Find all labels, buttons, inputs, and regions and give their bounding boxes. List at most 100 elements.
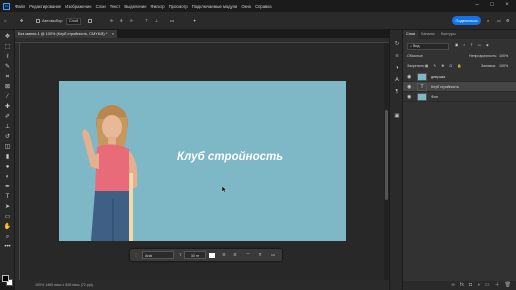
scrollbar-thumb[interactable] [385,110,388,200]
menu-window[interactable]: Окно [241,4,251,9]
menu-image[interactable]: Изображение [65,4,91,9]
hand-tool-icon[interactable]: ✋ [3,223,12,231]
link-layers-icon[interactable]: ∞ [451,281,455,290]
layer-row-selected[interactable]: ◉ T Клуб стройность [403,82,516,92]
blend-mode-select[interactable]: Обычные [407,54,423,58]
align-top-icon[interactable]: ⊤ [145,17,148,25]
transform-controls-checkbox[interactable] [88,17,94,25]
woman-photo[interactable] [69,99,149,241]
auto-select-target[interactable]: Слой [66,18,82,25]
stamp-tool-icon[interactable]: ⊥ [3,123,12,131]
lock-icons[interactable]: ▦ ✎ ✥ ⊡ 🔒 [425,64,464,68]
history-icon[interactable]: ↻ [393,40,401,48]
healing-tool-icon[interactable]: ✚ [3,103,12,111]
font-size-select[interactable]: 30 пт [184,251,206,259]
menu-file[interactable]: Файл [15,4,25,9]
layer-mask-icon[interactable]: ◘ [469,281,472,290]
gradient-tool-icon[interactable]: ▮ [3,153,12,161]
crop-tool-icon[interactable]: ⌗ [3,73,12,81]
menu-help[interactable]: Справка [255,4,271,9]
dodge-tool-icon[interactable]: ◐ [3,173,12,181]
share-button[interactable]: Поделиться [452,16,481,25]
brush-tool-icon[interactable]: ✐ [3,113,12,121]
align-center-icon[interactable]: ⊪ [120,17,123,25]
3d-mode-icon[interactable]: ✦ [193,17,196,25]
more-tools-icon[interactable]: ••• [3,243,12,251]
workspace-icon[interactable]: ▭ [497,17,501,25]
document-tab[interactable]: Без имени-1 @ 100% (Клуб стройность, CMY… [15,30,117,38]
layer-filter-select[interactable]: ⌕ Вид [407,43,449,50]
close-document-icon[interactable]: × [112,30,114,38]
font-family-select[interactable]: Arial [142,251,174,259]
status-bar: 100% 1469 пикс x 826 пикс (72 ppi) [15,280,389,290]
frame-tool-icon[interactable]: ⊠ [3,83,12,91]
more-options-button[interactable]: ••• [268,251,278,259]
menu-layers[interactable]: Слои [96,4,106,9]
maximize-icon[interactable]: □ [489,2,495,8]
align-right-icon[interactable]: ⊩ [130,17,133,25]
menu-type[interactable]: Текст [110,4,121,9]
layer-name: Фон [431,95,438,99]
text-color-swatch[interactable] [209,253,215,258]
zoom-tool-icon[interactable]: ⌕ [3,233,12,241]
auto-select-checkbox[interactable]: Автовыбор [36,17,62,25]
character-panel-icon[interactable]: 𝐓 [256,251,264,259]
align-middle-icon[interactable]: ⊥ [155,17,158,25]
align-left-icon[interactable]: ☰ [220,251,228,259]
eyedropper-tool-icon[interactable]: ⁄ [3,93,12,101]
new-group-icon[interactable]: ▭ [485,281,490,290]
warp-text-icon[interactable]: ⌒ [244,251,252,259]
panel-icon-strip: ↻ ≡ ◑ A ¶ ▣ [389,30,402,290]
path-select-tool-icon[interactable]: ➤ [3,203,12,211]
fill-input[interactable]: 100% [499,64,508,68]
adjustments-icon[interactable]: ◑ [393,64,401,72]
visibility-eye-icon[interactable]: ◉ [407,74,411,80]
lasso-tool-icon[interactable]: ℓ [3,53,12,61]
home-icon[interactable]: ⌂ [4,17,6,25]
move-tool-icon[interactable]: ✥ [3,33,12,41]
visibility-eye-icon[interactable]: ◉ [407,94,411,100]
text-layer-thumbnail: T [417,83,427,91]
document-canvas[interactable]: Клуб стройность [59,81,346,241]
new-layer-icon[interactable]: ＋ [495,281,500,290]
marquee-tool-icon[interactable]: ⬚ [3,43,12,51]
close-icon[interactable]: × [504,2,510,8]
blur-tool-icon[interactable]: ● [3,163,12,171]
menu-filter[interactable]: Фильтр [151,4,165,9]
pen-tool-icon[interactable]: ✒ [3,183,12,191]
tab-paths[interactable]: Контуры [438,30,459,39]
eraser-tool-icon[interactable]: ◫ [3,143,12,151]
foreground-color-swatch[interactable] [2,275,9,282]
search-icon[interactable]: ⌕ [487,17,489,25]
visibility-eye-icon[interactable]: ◉ [407,84,411,90]
filter-icons[interactable]: ▣ ◐ T ▭ ◈ [455,43,491,47]
menu-edit[interactable]: Редактирование [29,4,61,9]
tab-layers[interactable]: Слои [403,30,419,39]
layer-row[interactable]: ◉ Фон [403,92,516,102]
menu-view[interactable]: Просмотр [169,4,188,9]
minimize-icon[interactable]: – [474,2,480,8]
canvas-headline-text[interactable]: Клуб стройность [177,151,283,163]
type-tool-icon[interactable]: T [3,193,12,201]
opacity-input[interactable]: 100% [499,54,508,58]
history-brush-icon[interactable]: ↺ [3,133,12,141]
align-left-icon[interactable]: ⊫ [110,17,113,25]
move-tool-icon[interactable]: ✥ [20,17,23,25]
paragraph-icon[interactable]: ¶ [393,88,401,96]
layer-row[interactable]: ◉ девушка [403,72,516,82]
shape-tool-icon[interactable]: ▭ [3,213,12,221]
align-center-icon[interactable]: ☰ [231,251,239,259]
more-options-icon[interactable]: ••• [170,17,174,25]
settings-icon[interactable]: ⚙ [506,17,510,25]
menu-plugins[interactable]: Подключаемые модули [192,4,238,9]
libraries-icon[interactable]: ▣ [393,112,401,120]
adjustment-layer-icon[interactable]: ◑ [477,281,480,290]
quick-select-tool-icon[interactable]: ✎ [3,63,12,71]
drag-handle-icon[interactable]: ⋮ [133,251,139,259]
tab-channels[interactable]: Каналы [418,30,437,39]
properties-icon[interactable]: ≡ [393,52,401,60]
character-icon[interactable]: A [393,76,401,84]
delete-layer-icon[interactable]: 🗑 [505,281,511,290]
layer-style-icon[interactable]: fx [460,281,464,290]
menu-select[interactable]: Выделение [124,4,146,9]
